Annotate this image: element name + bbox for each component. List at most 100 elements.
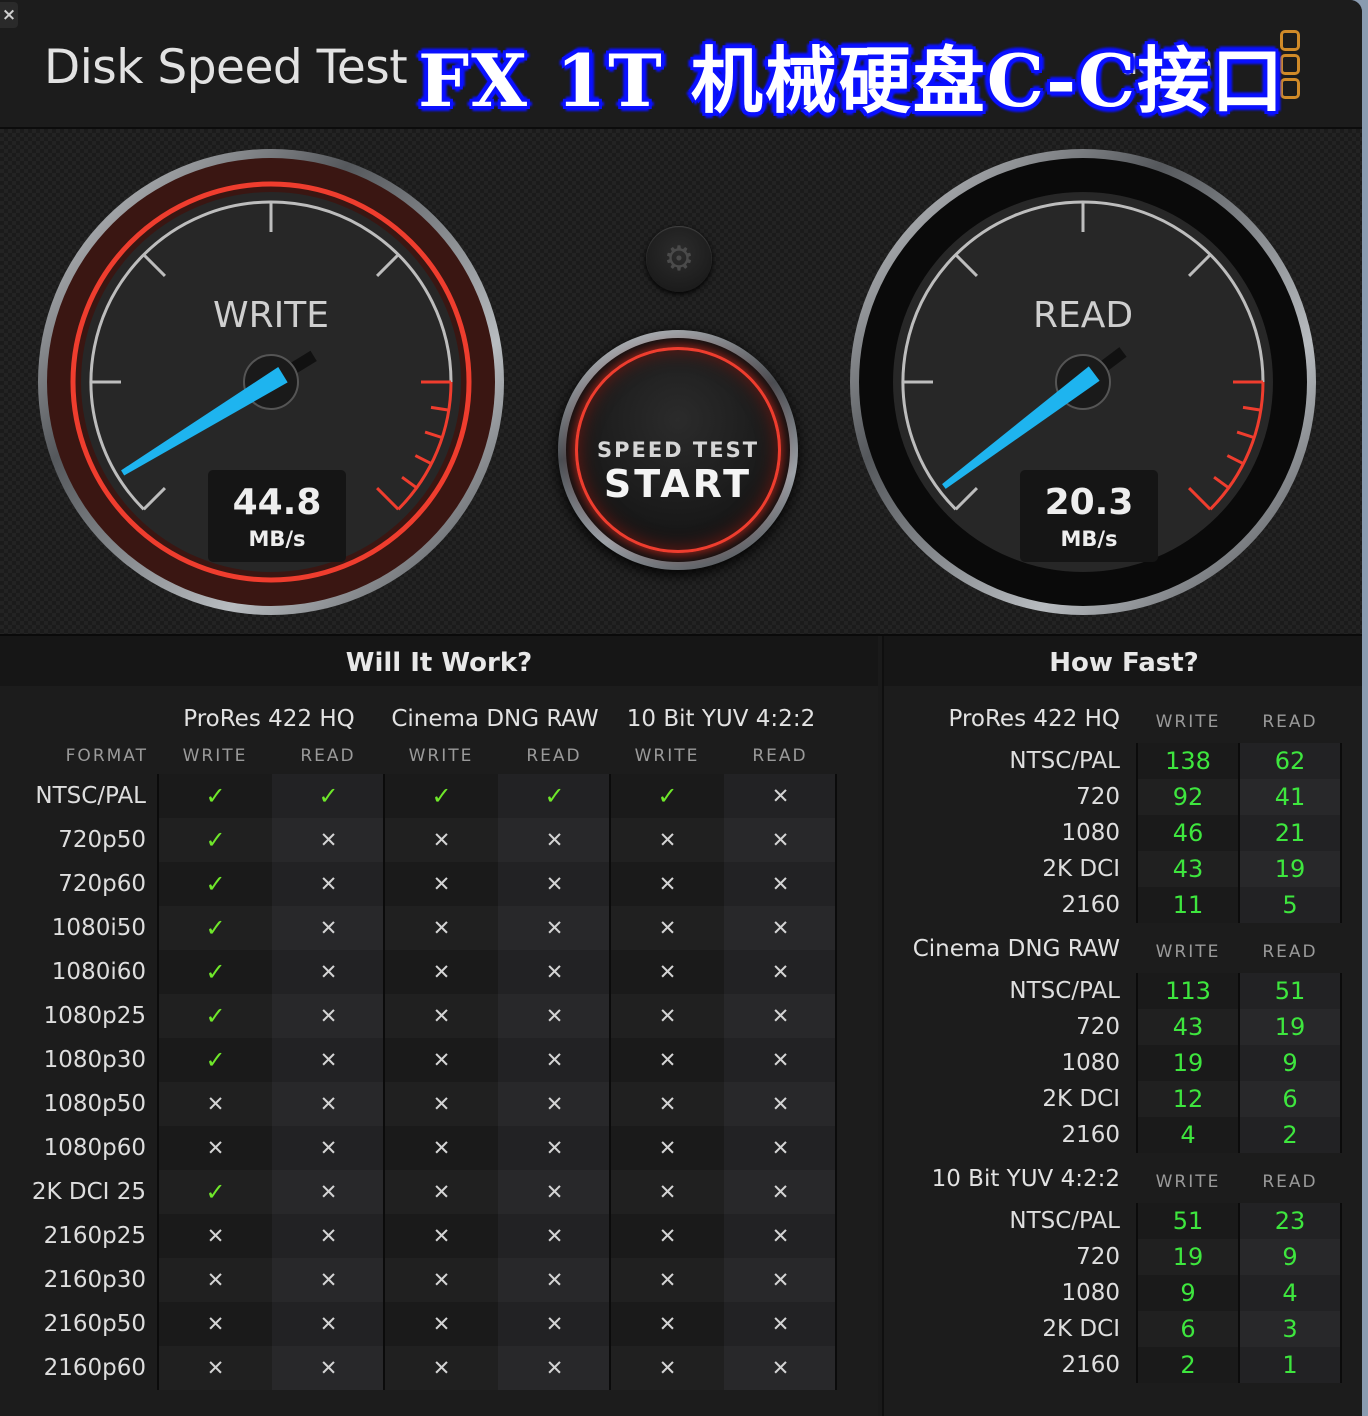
- how-fast-row: 2K DCI 43 19: [884, 851, 1362, 887]
- how-fast-panel: How Fast? ProRes 422 HQ WRITE READ NTSC/PAL…: [882, 636, 1362, 1416]
- subheader-write: WRITE: [182, 746, 248, 766]
- cross-icon: ✕: [724, 994, 837, 1038]
- cross-icon: ✕: [159, 1126, 272, 1170]
- will-it-work-panel: Will It Work? ProRes 422 HQ Cinema DNG R…: [0, 636, 878, 1416]
- cross-icon: ✕: [385, 1082, 498, 1126]
- how-fast-format: NTSC/PAL: [1009, 978, 1120, 1004]
- header: Disk Speed Test design FX 1T 机械硬盘C-C接口: [0, 0, 1362, 129]
- start-button-face: SPEED TEST START: [566, 338, 790, 562]
- how-fast-format: 1080: [1061, 1050, 1120, 1076]
- how-fast-read-value: 3: [1240, 1311, 1340, 1347]
- cross-icon: ✕: [724, 1170, 837, 1214]
- cross-icon: ✕: [498, 1170, 611, 1214]
- how-fast-write-value: 12: [1138, 1081, 1238, 1117]
- cross-icon: ✕: [272, 1258, 385, 1302]
- start-button-label: START: [603, 462, 753, 506]
- how-fast-write-value: 4: [1138, 1117, 1238, 1153]
- cross-icon: ✕: [385, 994, 498, 1038]
- write-gauge-label: WRITE: [213, 295, 329, 336]
- how-fast-row: 720 19 9: [884, 1239, 1362, 1275]
- check-icon: ✓: [159, 818, 272, 862]
- cross-icon: ✕: [498, 1214, 611, 1258]
- divider: [1340, 743, 1342, 923]
- settings-button[interactable]: ⚙: [646, 226, 712, 292]
- how-fast-read-value: 51: [1240, 973, 1340, 1009]
- read-value: 20.3: [1044, 482, 1134, 523]
- cross-icon: ✕: [272, 1302, 385, 1346]
- table-row: NTSC/PAL ✓ ✓ ✓ ✓ ✓ ✕: [0, 774, 837, 818]
- how-fast-row: 2160 2 1: [884, 1347, 1362, 1383]
- cross-icon: ✕: [385, 818, 498, 862]
- format-label: 2K DCI 25: [31, 1179, 146, 1205]
- format-label: 720p50: [58, 827, 146, 853]
- check-icon: ✓: [159, 906, 272, 950]
- cross-icon: ✕: [611, 950, 724, 994]
- table-row: 1080i50 ✓ ✕ ✕ ✕ ✕ ✕: [0, 906, 837, 950]
- how-fast-subheader-write: WRITE: [1155, 942, 1221, 962]
- cross-icon: ✕: [724, 1346, 837, 1390]
- how-fast-subheader-read: READ: [1262, 942, 1318, 962]
- format-label: 1080p30: [43, 1047, 146, 1073]
- cross-icon: ✕: [724, 1082, 837, 1126]
- table-row: 1080p25 ✓ ✕ ✕ ✕ ✕ ✕: [0, 994, 837, 1038]
- write-unit: MB/s: [248, 527, 306, 551]
- how-fast-write-value: 43: [1138, 851, 1238, 887]
- how-fast-read-value: 19: [1240, 1009, 1340, 1045]
- cross-icon: ✕: [272, 1170, 385, 1214]
- close-icon[interactable]: ×: [0, 2, 18, 28]
- codec-header-cdng: Cinema DNG RAW: [391, 706, 599, 732]
- app-window: × Disk Speed Test design FX 1T 机械硬盘C-C接口…: [0, 0, 1362, 1416]
- how-fast-subheader-read: READ: [1262, 1172, 1318, 1192]
- check-icon: ✓: [272, 774, 385, 818]
- cross-icon: ✕: [272, 862, 385, 906]
- cross-icon: ✕: [724, 906, 837, 950]
- cross-icon: ✕: [159, 1302, 272, 1346]
- cross-icon: ✕: [724, 1038, 837, 1082]
- how-fast-row: NTSC/PAL 113 51: [884, 973, 1362, 1009]
- table-row: 1080p60 ✕ ✕ ✕ ✕ ✕ ✕: [0, 1126, 837, 1170]
- cross-icon: ✕: [498, 1038, 611, 1082]
- how-fast-read-value: 23: [1240, 1203, 1340, 1239]
- divider: [1238, 743, 1240, 923]
- check-icon: ✓: [159, 1170, 272, 1214]
- table-row: 2160p50 ✕ ✕ ✕ ✕ ✕ ✕: [0, 1302, 837, 1346]
- cross-icon: ✕: [611, 862, 724, 906]
- write-readout: 44.8 MB/s: [208, 470, 346, 562]
- cross-icon: ✕: [498, 1126, 611, 1170]
- how-fast-row: 1080 9 4: [884, 1275, 1362, 1311]
- how-fast-format: 720: [1076, 1244, 1120, 1270]
- check-icon: ✓: [159, 950, 272, 994]
- cross-icon: ✕: [159, 1258, 272, 1302]
- how-fast-subheader-write: WRITE: [1155, 712, 1221, 732]
- how-fast-format: 720: [1076, 784, 1120, 810]
- how-fast-read-value: 62: [1240, 743, 1340, 779]
- check-icon: ✓: [159, 994, 272, 1038]
- format-label: 1080p60: [43, 1135, 146, 1161]
- how-fast-read-value: 6: [1240, 1081, 1340, 1117]
- table-row: 1080p30 ✓ ✕ ✕ ✕ ✕ ✕: [0, 1038, 837, 1082]
- check-icon: ✓: [385, 774, 498, 818]
- how-fast-read-value: 9: [1240, 1045, 1340, 1081]
- will-it-work-title: Will It Work?: [0, 636, 878, 686]
- how-fast-format: 1080: [1061, 1280, 1120, 1306]
- divider: [1136, 743, 1138, 923]
- check-icon: ✓: [159, 1038, 272, 1082]
- cross-icon: ✕: [724, 818, 837, 862]
- divider: [1238, 973, 1240, 1153]
- how-fast-write-value: 51: [1138, 1203, 1238, 1239]
- divider: [157, 774, 159, 1390]
- format-label: 2160p30: [43, 1267, 146, 1293]
- start-button[interactable]: SPEED TEST START: [558, 330, 798, 570]
- cross-icon: ✕: [385, 1038, 498, 1082]
- check-icon: ✓: [498, 774, 611, 818]
- cross-icon: ✕: [611, 1038, 724, 1082]
- table-row: 1080p50 ✕ ✕ ✕ ✕ ✕ ✕: [0, 1082, 837, 1126]
- how-fast-write-value: 113: [1138, 973, 1238, 1009]
- cross-icon: ✕: [385, 1302, 498, 1346]
- how-fast-subheader-write: WRITE: [1155, 1172, 1221, 1192]
- cross-icon: ✕: [272, 994, 385, 1038]
- how-fast-read-value: 21: [1240, 815, 1340, 851]
- app-title: Disk Speed Test: [44, 40, 408, 95]
- how-fast-format: NTSC/PAL: [1009, 748, 1120, 774]
- how-fast-read-value: 9: [1240, 1239, 1340, 1275]
